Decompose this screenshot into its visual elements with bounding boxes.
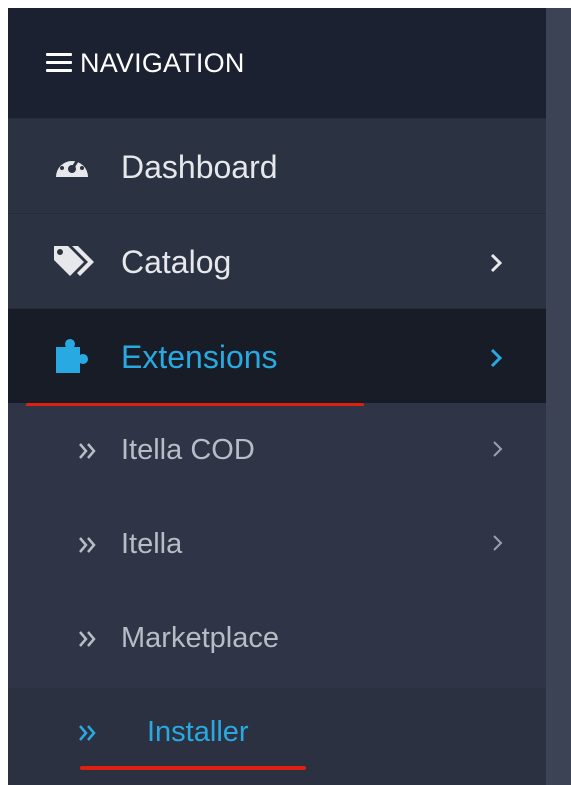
chevron-right-icon[interactable] <box>488 345 506 371</box>
sidebar: NAVIGATION Dashboard Catalog Extensions … <box>8 8 546 785</box>
double-chevron-right-icon <box>79 537 96 553</box>
submenu-item-itella-cod[interactable]: Itella COD <box>8 406 546 500</box>
double-chevron-right-icon <box>79 443 96 459</box>
menu-item-extensions[interactable]: Extensions <box>8 308 546 403</box>
hamburger-icon[interactable] <box>46 53 72 73</box>
navigation-header[interactable]: NAVIGATION <box>8 8 546 118</box>
app-frame: NAVIGATION Dashboard Catalog Extensions … <box>8 8 571 785</box>
submenu-item-marketplace[interactable]: Marketplace <box>8 594 546 688</box>
submenu-item-installer[interactable]: Installer <box>8 688 546 785</box>
menu-item-catalog[interactable]: Catalog <box>8 213 546 308</box>
submenu-item-itella[interactable]: Itella <box>8 500 546 594</box>
chevron-right-icon[interactable] <box>492 533 504 553</box>
submenu-item-installer-label: Installer <box>147 716 249 748</box>
puzzle-icon <box>56 339 88 373</box>
dashboard-gauge-icon <box>56 155 88 177</box>
menu-item-catalog-label: Catalog <box>121 244 232 280</box>
tags-icon <box>54 246 94 276</box>
menu-item-extensions-label: Extensions <box>121 339 278 375</box>
chevron-right-icon[interactable] <box>492 439 504 459</box>
submenu-item-itella-label: Itella <box>121 528 183 560</box>
submenu-item-itella-cod-label: Itella COD <box>121 434 255 466</box>
submenu-item-marketplace-label: Marketplace <box>121 622 279 654</box>
annotation-underline-installer <box>80 766 306 770</box>
content-area-edge <box>546 8 571 785</box>
double-chevron-right-icon <box>79 725 96 741</box>
menu-item-dashboard-label: Dashboard <box>121 149 278 185</box>
double-chevron-right-icon <box>79 631 96 647</box>
navigation-title: NAVIGATION <box>80 47 245 78</box>
menu-item-dashboard[interactable]: Dashboard <box>8 118 546 213</box>
chevron-right-icon[interactable] <box>488 250 506 276</box>
